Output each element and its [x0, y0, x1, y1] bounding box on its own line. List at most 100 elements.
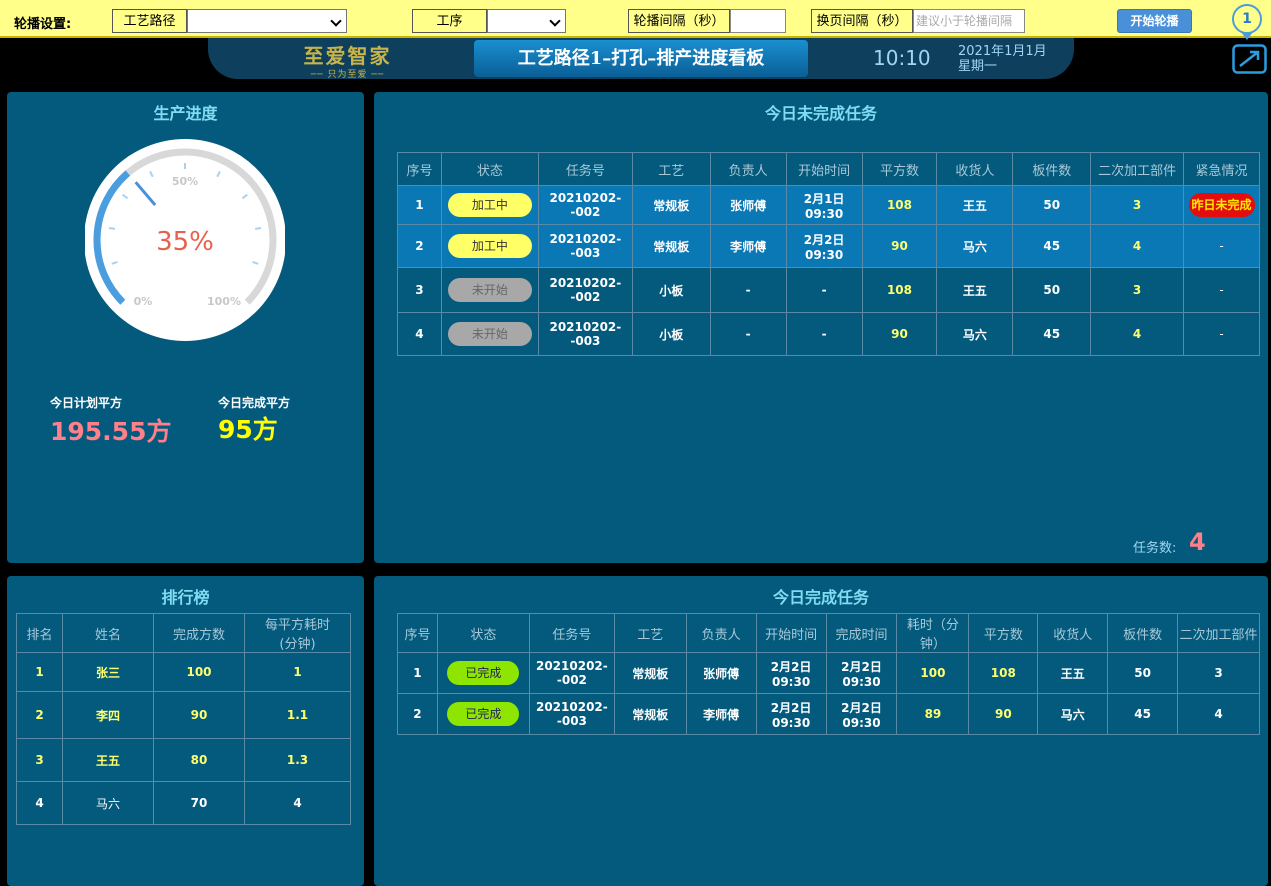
cell-rank: 2 [16, 691, 63, 739]
cell-receiver: 王五 [936, 267, 1014, 313]
start-carousel-button[interactable]: 开始轮播 [1117, 9, 1192, 33]
process-label: 工序 [412, 9, 487, 33]
cell-done: 70 [153, 781, 245, 825]
plan-area-value: 195.55方 [50, 417, 172, 446]
column-header: 工艺 [631, 152, 711, 186]
table-row: 3 王五 80 1.3 [16, 738, 351, 782]
column-header: 平方数 [861, 152, 938, 186]
carousel-settings-bar: 轮播设置: 工艺路径 工序 轮播间隔（秒） 换页间隔（秒） 开始轮播 1 [0, 0, 1271, 40]
table-row: 1 加工中 20210202--002 常规板 张师傅 2月1日 09:30 108 王五 50… [397, 185, 1260, 225]
logo-text: 至爱智家 [303, 44, 392, 68]
cell-urgent: - [1183, 224, 1260, 268]
cell-task: 20210202--003 [537, 224, 633, 268]
page-interval-label: 换页间隔（秒） [811, 9, 913, 33]
cell-time: 1.1 [244, 691, 351, 739]
pending-tasks-panel: 今日未完成任务 序号 状态 任务号 工艺 负责人 开始时间 平方数 收货人 板件数 二次加工部件紧… [374, 92, 1268, 563]
gauge-tick [254, 226, 262, 230]
company-logo: 至爱智家 ── 只为至爱 ── [290, 40, 405, 80]
completed-tasks-table: 序号 状态 任务号 工艺 负责人 开始时间 完成时间 耗时（分 钟） 平方数 收货人 板件数 二次加工… [397, 613, 1260, 735]
process-select[interactable] [487, 9, 566, 33]
cell-start: 2月2日 09:30 [755, 652, 827, 694]
table-row: 2 李四 90 1.1 [16, 691, 351, 739]
cell-no: 4 [397, 312, 442, 356]
cell-urgent: 昨日未完成 [1183, 185, 1260, 225]
cell-time: 4 [244, 781, 351, 825]
location-pin-badge[interactable]: 1 [1232, 4, 1262, 34]
column-header: 二次加工部件 [1090, 152, 1185, 186]
column-header: 收货人 [1037, 613, 1109, 653]
task-count-label: 任务数: [1133, 541, 1177, 556]
column-header: 收货人 [936, 152, 1014, 186]
table-row: 1 已完成 20210202- -002 常规板 张师傅 2月2日 09:30 2月2日 0… [397, 652, 1260, 694]
table-row: 3 未开始 20210202--002 小板 - -108 王五 50 3- [397, 267, 1260, 313]
cell-start: - [785, 312, 863, 356]
cell-receiver: 王五 [1037, 652, 1109, 694]
cell-area: 90 [968, 693, 1039, 735]
table-row: 2 已完成 20210202- -003 常规板 李师傅 2月2日 09:30 2月2日 0… [397, 693, 1260, 735]
task-count-value: 4 [1189, 528, 1206, 556]
cell-name: 张三 [62, 652, 154, 692]
production-progress-panel: 生产进度 50% 0% 100% 35% 今日计划平方 195.55方 今日完成… [7, 92, 364, 563]
cell-second: 3 [1090, 185, 1185, 225]
cell-cost: 100 [896, 652, 970, 694]
route-select[interactable] [187, 9, 347, 33]
column-header: 紧急情况 [1183, 152, 1260, 186]
column-header: 负责人 [709, 152, 787, 186]
progress-gauge: 50% 0% 100% 35% [85, 139, 285, 341]
cell-boards: 50 [1012, 185, 1092, 225]
gauge-percent: 35% [156, 227, 214, 257]
status-pill: 加工中 [447, 234, 532, 258]
gauge-tick-0: 0% [134, 295, 153, 308]
cell-craft: 常规板 [631, 185, 711, 225]
weekday-text: 星期一 [958, 59, 998, 74]
cell-owner: - [709, 312, 787, 356]
cell-done: 90 [153, 691, 245, 739]
cell-done: 80 [153, 738, 245, 782]
column-header: 任务号 [528, 613, 615, 653]
column-header: 排名 [16, 613, 63, 653]
column-header: 姓名 [62, 613, 154, 653]
carousel-settings-label: 轮播设置: [14, 17, 72, 32]
column-header: 二次加工部件 [1177, 613, 1260, 653]
cell-owner: 张师傅 [709, 185, 787, 225]
cell-owner: - [709, 267, 787, 313]
cell-no: 1 [397, 185, 442, 225]
cell-craft: 常规板 [613, 693, 687, 735]
cell-name: 李四 [62, 691, 154, 739]
cell-no: 2 [397, 224, 442, 268]
cell-start: - [785, 267, 863, 313]
cell-second: 3 [1177, 652, 1260, 694]
status-pill: 未开始 [447, 278, 532, 302]
cell-craft: 小板 [631, 312, 711, 356]
cell-rank: 4 [16, 781, 63, 825]
done-area-value: 95方 [218, 415, 278, 444]
route-label: 工艺路径 [112, 9, 187, 33]
cell-status: 已完成 [436, 693, 530, 735]
column-header: 板件数 [1107, 613, 1179, 653]
column-header: 开始时间 [755, 613, 827, 653]
clock-time: 10:10 [873, 46, 931, 70]
clock-date: 2021年1月1月 星期一 [958, 44, 1047, 74]
table-row: 4 马六 70 4 [16, 781, 351, 825]
cell-second: 4 [1090, 224, 1185, 268]
pin-tail-icon [1241, 32, 1253, 40]
interval-input[interactable] [730, 9, 786, 33]
cell-status: 未开始 [440, 312, 539, 356]
column-header: 完成方数 [153, 613, 245, 653]
cell-start: 2月1日 09:30 [785, 185, 863, 225]
column-header: 开始时间 [785, 152, 863, 186]
ranking-table: 排名 姓名 完成方数 每平方耗时 (分钟) 1 张三 100 1 2 李四 90 1.1 3 王五 80 1… [16, 613, 351, 825]
table-row: 1 张三 100 1 [16, 652, 351, 692]
cell-second: 4 [1177, 693, 1260, 735]
page-interval-input[interactable] [913, 9, 1025, 33]
cell-done: 100 [153, 652, 245, 692]
cell-urgent: - [1183, 267, 1260, 313]
column-header: 状态 [436, 613, 530, 653]
cell-status: 加工中 [440, 185, 539, 225]
cell-owner: 张师傅 [685, 652, 757, 694]
cell-receiver: 王五 [936, 185, 1014, 225]
column-header: 完成时间 [825, 613, 898, 653]
column-header: 序号 [397, 613, 438, 653]
ranking-panel: 排行榜 排名 姓名 完成方数 每平方耗时 (分钟) 1 张三 100 1 2 李四 90 1.1 3 王… [7, 576, 364, 886]
fullscreen-icon[interactable] [1232, 44, 1267, 74]
